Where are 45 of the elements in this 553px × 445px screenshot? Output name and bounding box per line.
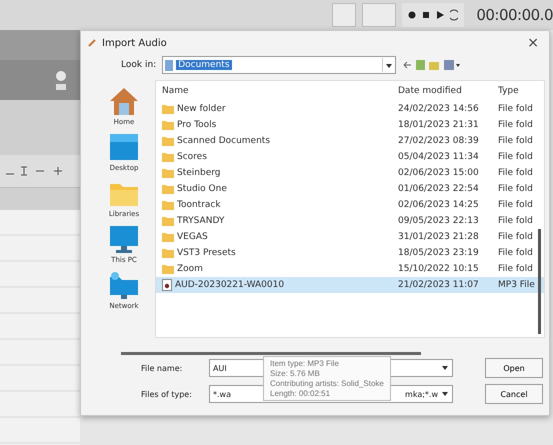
file-name: Studio One — [177, 184, 227, 194]
file-type: File fold — [498, 136, 534, 146]
file-name: New folder — [177, 104, 226, 114]
file-type: File fold — [498, 184, 534, 194]
file-name: Steinberg — [177, 168, 220, 178]
file-name: Toontrack — [177, 200, 221, 210]
file-name: Scanned Documents — [177, 136, 270, 146]
tooltip-line: Size: 5.76 MB — [270, 369, 321, 378]
file-date: 02/06/2023 15:00 — [398, 168, 480, 178]
file-date: 18/01/2023 21:31 — [398, 120, 480, 130]
file-date: 31/01/2023 21:28 — [398, 232, 480, 242]
file-date: 24/02/2023 14:56 — [398, 104, 480, 114]
file-date: 27/02/2023 08:39 — [398, 136, 480, 146]
file-type: File fold — [498, 216, 534, 226]
dialog-title: Import Audio — [102, 38, 168, 49]
file-name: VST3 Presets — [177, 248, 236, 258]
file-type-label: Files of type: — [141, 390, 193, 399]
file-date: 15/10/2022 10:15 — [398, 264, 480, 274]
file-date: 01/06/2023 22:54 — [398, 184, 480, 194]
file-date: 21/02/2023 11:07 — [398, 280, 480, 290]
timecode: 00:00:00.0 — [475, 6, 553, 24]
file-name: Pro Tools — [177, 120, 216, 130]
file-type: File fold — [498, 120, 534, 130]
file-type: File fold — [498, 264, 534, 274]
file-name: TRYSANDY — [177, 216, 224, 226]
look-in-label: Look in: — [121, 60, 156, 70]
file-type: File fold — [498, 232, 534, 242]
tooltip-line: Length: 00:02:51 — [270, 389, 332, 398]
file-name: VEGAS — [177, 232, 208, 242]
file-name: AUD-20230221-WA0010 — [175, 280, 284, 290]
file-name: Zoom — [177, 264, 203, 274]
file-date: 18/05/2023 23:19 — [398, 248, 480, 258]
file-type: File fold — [498, 200, 534, 210]
tooltip-line: Contributing artists: Solid_Stoke — [270, 379, 384, 388]
file-name-label: File name: — [141, 364, 184, 373]
file-type: File fold — [498, 104, 534, 114]
file-type: File fold — [498, 152, 534, 162]
file-date: 05/04/2023 11:34 — [398, 152, 480, 162]
file-type: File fold — [498, 248, 534, 258]
file-type: File fold — [498, 168, 534, 178]
file-type: MP3 File — [498, 280, 536, 290]
file-name: Scores — [177, 152, 207, 162]
file-date: 09/05/2023 22:13 — [398, 216, 480, 226]
tooltip-line: Item type: MP3 File — [270, 359, 340, 368]
file-date: 02/06/2023 14:25 — [398, 200, 480, 210]
